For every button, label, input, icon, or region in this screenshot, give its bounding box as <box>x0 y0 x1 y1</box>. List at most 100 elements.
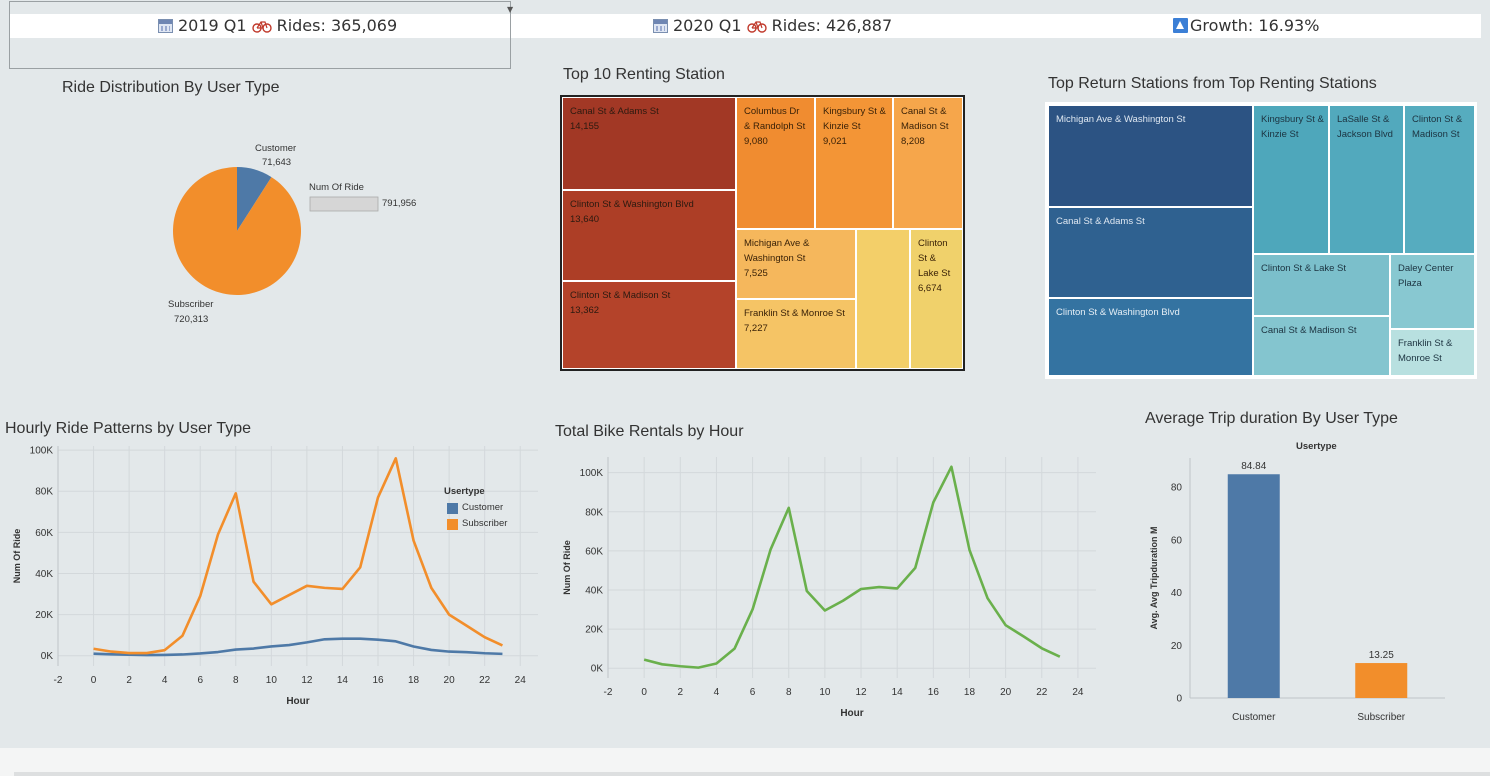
bar-category-label: Subscriber <box>1357 712 1405 723</box>
renting-treemap: Canal St & Adams St 14,155 Clinton St & W… <box>560 95 965 371</box>
hourly-legend-customer[interactable]: Customer <box>462 502 503 513</box>
hourly-legend-subscriber[interactable]: Subscriber <box>462 518 507 529</box>
y-tick-label: 100K <box>30 446 54 457</box>
dropdown-arrow-icon[interactable]: ▼ <box>507 5 513 14</box>
x-axis-label: Hour <box>286 696 309 707</box>
kpi-2020: 2020 Q1 Rides: 426,887 <box>653 16 892 35</box>
renting-cell[interactable]: Canal St & Madison St 8,208 <box>893 97 963 229</box>
y-tick-label: 20 <box>1171 641 1183 652</box>
x-tick-label: 18 <box>408 675 420 686</box>
legend-swatch-customer <box>447 503 458 514</box>
y-tick-label: 20K <box>585 625 603 636</box>
hourly-chart: -2 0 2 4 6 8 10 12 14 16 18 20 22 240K20K40K60K80K100… <box>12 446 538 707</box>
returns-cell[interactable]: Michigan Ave & Washington St <box>1048 105 1253 207</box>
hourly-legend-title: Usertype <box>444 486 485 497</box>
x-tick-label: 0 <box>641 687 647 698</box>
x-tick-label: 20 <box>1000 687 1012 698</box>
y-axis-label: Num Of Ride <box>12 529 22 584</box>
legend-swatch-subscriber <box>447 519 458 530</box>
kpi-2020-rides: Rides: 426,887 <box>771 16 893 35</box>
x-tick-label: 24 <box>515 675 527 686</box>
pie-slice-subscriber[interactable] <box>173 167 301 295</box>
x-tick-label: 0 <box>91 675 97 686</box>
x-tick-label: 20 <box>444 675 456 686</box>
pie-value-subscriber: 720,313 <box>174 314 209 325</box>
returns-cell[interactable]: Daley Center Plaza <box>1390 254 1475 329</box>
pie-label-customer: Customer <box>255 143 297 154</box>
kpi-2019: 2019 Q1 Rides: 365,069 <box>158 16 397 35</box>
x-tick-label: 16 <box>928 687 940 698</box>
size-legend-value: 791,956 <box>382 198 417 209</box>
x-tick-label: 8 <box>233 675 239 686</box>
returns-cell[interactable]: Kingsbury St & Kinzie St <box>1253 105 1329 254</box>
kpi-growth: Growth: 16.93% <box>1173 16 1319 35</box>
pie-chart <box>173 167 379 295</box>
y-tick-label: 40 <box>1171 588 1183 599</box>
bicycle-icon <box>251 20 272 33</box>
y-axis-label: Avg. Avg Tripduration M <box>1149 527 1159 630</box>
bar-subscriber[interactable] <box>1355 663 1408 698</box>
returns-cell[interactable]: Franklin St & Monroe St <box>1390 329 1475 376</box>
x-tick-label: 4 <box>162 675 168 686</box>
x-tick-label: 6 <box>750 687 756 698</box>
bar-value-label: 13.25 <box>1369 650 1394 661</box>
renting-cell[interactable]: Clinton St & Madison St 13,362 <box>562 281 736 369</box>
y-axis-label: Num Of Ride <box>562 540 572 595</box>
bar-customer[interactable] <box>1227 474 1280 698</box>
renting-cell[interactable]: Clinton St & Washington Blvd 13,640 <box>562 190 736 281</box>
x-axis-label: Hour <box>840 708 863 719</box>
renting-cell[interactable] <box>856 229 910 369</box>
returns-treemap: Michigan Ave & Washington St Canal St & … <box>1045 102 1477 379</box>
pie-title: Ride Distribution By User Type <box>62 79 280 96</box>
x-tick-label: 10 <box>819 687 831 698</box>
series-line-total[interactable] <box>643 465 1061 669</box>
y-tick-label: 100K <box>580 468 604 479</box>
y-tick-label: 60K <box>585 546 603 557</box>
y-tick-label: 0 <box>1176 694 1182 705</box>
x-tick-label: 4 <box>714 687 720 698</box>
returns-title: Top Return Stations from Top Renting Sta… <box>1048 75 1377 92</box>
x-tick-label: -2 <box>604 687 613 698</box>
bar-category-label: Customer <box>1232 712 1276 723</box>
returns-cell[interactable]: LaSalle St & Jackson Blvd <box>1329 105 1404 254</box>
renting-cell[interactable]: Columbus Dr & Randolph St 9,080 <box>736 97 815 229</box>
horizontal-scrollbar[interactable] <box>14 772 1490 776</box>
x-tick-label: 8 <box>786 687 792 698</box>
size-legend-bar <box>309 196 379 212</box>
returns-cell[interactable]: Clinton St & Washington Blvd <box>1048 298 1253 376</box>
y-tick-label: 60K <box>35 528 53 539</box>
x-tick-label: 14 <box>337 675 349 686</box>
y-tick-label: 40K <box>585 585 603 596</box>
series-line-subscriber[interactable] <box>93 457 503 655</box>
x-tick-label: 12 <box>855 687 867 698</box>
renting-cell[interactable]: Clinton St & Lake St 6,674 <box>910 229 963 369</box>
kpi-filter-box[interactable]: ▼ <box>9 1 513 69</box>
returns-cell[interactable]: Canal St & Adams St <box>1048 207 1253 298</box>
renting-title: Top 10 Renting Station <box>563 66 725 83</box>
renting-cell[interactable]: Kingsbury St & Kinzie St 9,021 <box>815 97 893 229</box>
returns-cell[interactable]: Clinton St & Madison St <box>1404 105 1475 254</box>
kpi-2020-period: 2020 Q1 <box>673 16 742 35</box>
renting-cell[interactable]: Michigan Ave & Washington St 7,525 <box>736 229 856 299</box>
x-tick-label: 2 <box>678 687 684 698</box>
x-tick-label: 14 <box>892 687 904 698</box>
up-arrow-icon <box>1173 18 1188 33</box>
kpi-2019-period: 2019 Q1 <box>178 16 247 35</box>
returns-cell[interactable]: Clinton St & Lake St <box>1253 254 1390 316</box>
y-tick-label: 0K <box>41 651 54 662</box>
total-title: Total Bike Rentals by Hour <box>555 423 744 440</box>
size-legend-title: Num Of Ride <box>309 182 364 193</box>
x-tick-label: 6 <box>197 675 203 686</box>
x-tick-label: 12 <box>301 675 313 686</box>
y-tick-label: 0K <box>591 664 604 675</box>
y-tick-label: 60 <box>1171 535 1183 546</box>
x-tick-label: 18 <box>964 687 976 698</box>
returns-cell[interactable]: Canal St & Madison St <box>1253 316 1390 376</box>
hourly-title: Hourly Ride Patterns by User Type <box>5 420 252 437</box>
renting-cell[interactable]: Canal St & Adams St 14,155 <box>562 97 736 190</box>
pie-label-subscriber: Subscriber <box>168 299 214 310</box>
kpi-2019-rides: Rides: 365,069 <box>276 16 398 35</box>
y-tick-label: 80K <box>585 507 603 518</box>
duration-title: Average Trip duration By User Type <box>1145 410 1398 427</box>
renting-cell[interactable]: Franklin St & Monroe St 7,227 <box>736 299 856 369</box>
